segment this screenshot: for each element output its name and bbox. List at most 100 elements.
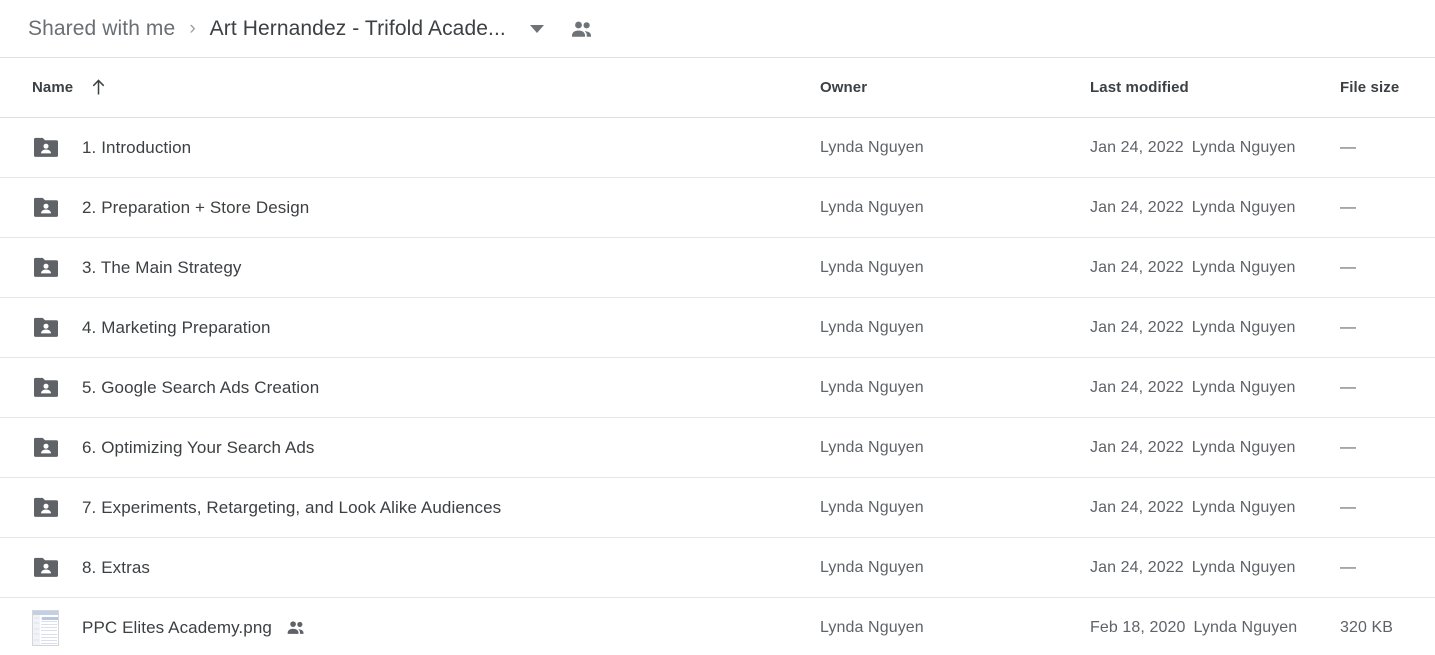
owner-label: Lynda Nguyen bbox=[820, 138, 924, 156]
shared-folder-icon bbox=[34, 197, 58, 217]
file-size-cell: — bbox=[1340, 379, 1435, 397]
table-row[interactable]: 2. Preparation + Store Design Lynda Nguy… bbox=[0, 178, 1435, 238]
file-size-label: — bbox=[1340, 558, 1357, 576]
breadcrumb-separator-icon: › bbox=[189, 18, 196, 39]
shared-folder-icon bbox=[34, 377, 58, 397]
file-name-cell[interactable]: PPC Elites Academy.png bbox=[32, 609, 820, 646]
file-name-label: PPC Elites Academy.png bbox=[82, 617, 272, 637]
shared-folder-icon bbox=[32, 493, 64, 523]
shared-folder-icon bbox=[32, 373, 64, 403]
file-size-label: — bbox=[1340, 258, 1357, 276]
table-row[interactable]: 4. Marketing Preparation Lynda Nguyen Ja… bbox=[0, 298, 1435, 358]
owner-cell: Lynda Nguyen bbox=[820, 619, 1090, 637]
shared-folder-icon bbox=[34, 257, 58, 277]
table-body: 1. Introduction Lynda Nguyen Jan 24, 202… bbox=[0, 118, 1435, 655]
table-row[interactable]: PPC Elites Academy.png Lynda Nguyen Feb … bbox=[0, 598, 1435, 655]
column-header-file-size-label: File size bbox=[1340, 78, 1400, 96]
last-modified-by: Lynda Nguyen bbox=[1191, 378, 1296, 396]
owner-cell: Lynda Nguyen bbox=[820, 499, 1090, 517]
file-name-cell[interactable]: 2. Preparation + Store Design bbox=[32, 193, 820, 223]
owner-cell: Lynda Nguyen bbox=[820, 259, 1090, 277]
column-header-owner-label: Owner bbox=[820, 78, 868, 96]
last-modified-cell: Jan 24, 2022 Lynda Nguyen bbox=[1090, 319, 1340, 337]
file-size-cell: — bbox=[1340, 199, 1435, 217]
chevron-down-icon[interactable] bbox=[529, 24, 544, 33]
last-modified-date: Feb 18, 2020 bbox=[1090, 618, 1186, 636]
owner-cell: Lynda Nguyen bbox=[820, 559, 1090, 577]
table-header-row: Name Owner Last modified File size bbox=[0, 58, 1435, 118]
last-modified-by: Lynda Nguyen bbox=[1191, 438, 1296, 456]
column-header-name-label: Name bbox=[32, 79, 74, 96]
breadcrumb: Shared with me › Art Hernandez - Trifold… bbox=[0, 0, 1435, 58]
shared-folder-icon bbox=[32, 193, 64, 223]
owner-cell: Lynda Nguyen bbox=[820, 319, 1090, 337]
owner-cell: Lynda Nguyen bbox=[820, 199, 1090, 217]
owner-label: Lynda Nguyen bbox=[820, 618, 924, 636]
table-row[interactable]: 7. Experiments, Retargeting, and Look Al… bbox=[0, 478, 1435, 538]
breadcrumb-current[interactable]: Art Hernandez - Trifold Acade... bbox=[210, 17, 506, 41]
column-header-owner[interactable]: Owner bbox=[820, 79, 1090, 97]
file-name-cell[interactable]: 7. Experiments, Retargeting, and Look Al… bbox=[32, 493, 820, 523]
drive-file-list-page: Shared with me › Art Hernandez - Trifold… bbox=[0, 0, 1435, 655]
file-size-cell: — bbox=[1340, 559, 1435, 577]
last-modified-by: Lynda Nguyen bbox=[1193, 618, 1298, 636]
people-shared-icon bbox=[570, 20, 594, 38]
breadcrumb-root[interactable]: Shared with me bbox=[28, 17, 175, 41]
image-thumbnail-icon bbox=[32, 609, 64, 646]
shared-folder-icon bbox=[34, 137, 58, 157]
shared-folder-icon bbox=[34, 437, 58, 457]
last-modified-date: Jan 24, 2022 bbox=[1090, 138, 1184, 156]
shared-badge-icon bbox=[286, 620, 306, 635]
last-modified-cell: Jan 24, 2022 Lynda Nguyen bbox=[1090, 559, 1340, 577]
file-size-label: — bbox=[1340, 198, 1357, 216]
file-size-label: — bbox=[1340, 318, 1357, 336]
file-name-label: 2. Preparation + Store Design bbox=[82, 197, 310, 217]
table-row[interactable]: 8. Extras Lynda Nguyen Jan 24, 2022 Lynd… bbox=[0, 538, 1435, 598]
last-modified-cell: Jan 24, 2022 Lynda Nguyen bbox=[1090, 439, 1340, 457]
column-header-file-size[interactable]: File size bbox=[1340, 79, 1435, 97]
file-size-cell: — bbox=[1340, 499, 1435, 517]
last-modified-cell: Jan 24, 2022 Lynda Nguyen bbox=[1090, 139, 1340, 157]
owner-cell: Lynda Nguyen bbox=[820, 379, 1090, 397]
last-modified-date: Jan 24, 2022 bbox=[1090, 258, 1184, 276]
shared-folder-icon bbox=[32, 133, 64, 163]
last-modified-date: Jan 24, 2022 bbox=[1090, 318, 1184, 336]
table-row[interactable]: 6. Optimizing Your Search Ads Lynda Nguy… bbox=[0, 418, 1435, 478]
table-row[interactable]: 3. The Main Strategy Lynda Nguyen Jan 24… bbox=[0, 238, 1435, 298]
arrow-up-icon[interactable] bbox=[91, 79, 106, 96]
owner-label: Lynda Nguyen bbox=[820, 318, 924, 336]
file-size-label: — bbox=[1340, 498, 1357, 516]
file-size-cell: — bbox=[1340, 259, 1435, 277]
file-name-cell[interactable]: 4. Marketing Preparation bbox=[32, 313, 820, 343]
file-name-cell[interactable]: 5. Google Search Ads Creation bbox=[32, 373, 820, 403]
shared-folder-icon bbox=[32, 253, 64, 283]
owner-label: Lynda Nguyen bbox=[820, 558, 924, 576]
last-modified-date: Jan 24, 2022 bbox=[1090, 378, 1184, 396]
owner-label: Lynda Nguyen bbox=[820, 498, 924, 516]
file-name-cell[interactable]: 3. The Main Strategy bbox=[32, 253, 820, 283]
file-size-label: 320 KB bbox=[1340, 618, 1394, 636]
table-row[interactable]: 1. Introduction Lynda Nguyen Jan 24, 202… bbox=[0, 118, 1435, 178]
file-name-label: 5. Google Search Ads Creation bbox=[82, 377, 320, 397]
file-size-label: — bbox=[1340, 438, 1357, 456]
owner-label: Lynda Nguyen bbox=[820, 438, 924, 456]
file-size-label: — bbox=[1340, 378, 1357, 396]
file-size-cell: — bbox=[1340, 319, 1435, 337]
file-name-cell[interactable]: 1. Introduction bbox=[32, 133, 820, 163]
last-modified-by: Lynda Nguyen bbox=[1191, 138, 1296, 156]
file-size-cell: 320 KB bbox=[1340, 619, 1435, 637]
last-modified-cell: Jan 24, 2022 Lynda Nguyen bbox=[1090, 199, 1340, 217]
file-name-label: 7. Experiments, Retargeting, and Look Al… bbox=[82, 497, 502, 517]
last-modified-cell: Jan 24, 2022 Lynda Nguyen bbox=[1090, 379, 1340, 397]
file-name-cell[interactable]: 8. Extras bbox=[32, 553, 820, 583]
table-row[interactable]: 5. Google Search Ads Creation Lynda Nguy… bbox=[0, 358, 1435, 418]
shared-folder-icon bbox=[32, 433, 64, 463]
owner-cell: Lynda Nguyen bbox=[820, 139, 1090, 157]
file-size-label: — bbox=[1340, 138, 1357, 156]
file-name-cell[interactable]: 6. Optimizing Your Search Ads bbox=[32, 433, 820, 463]
last-modified-date: Jan 24, 2022 bbox=[1090, 198, 1184, 216]
column-header-name[interactable]: Name bbox=[32, 79, 820, 96]
shared-folder-icon bbox=[32, 553, 64, 583]
column-header-last-modified[interactable]: Last modified bbox=[1090, 79, 1340, 97]
last-modified-by: Lynda Nguyen bbox=[1191, 198, 1296, 216]
